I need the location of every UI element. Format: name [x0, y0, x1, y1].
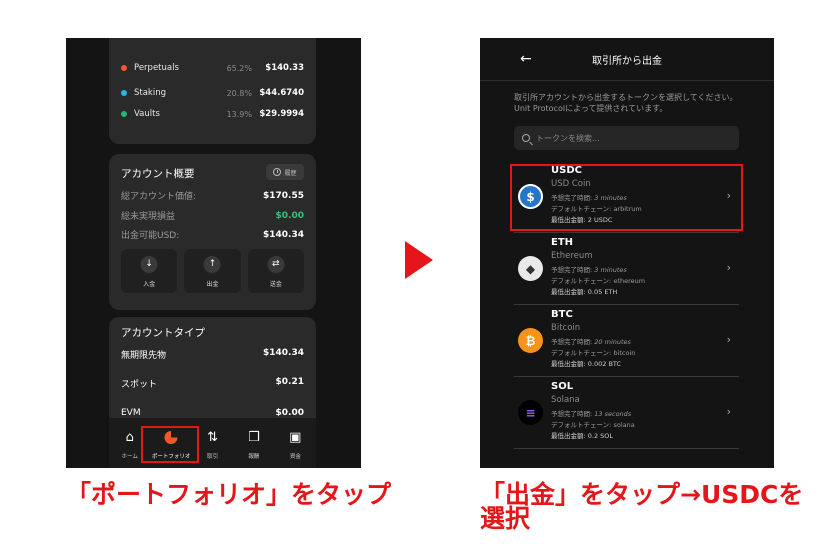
chevron-right-icon: › — [726, 405, 731, 418]
allocation-amount: $44.6740 — [259, 88, 304, 98]
withdraw-description: 取引所アカウントから出金するトークンを選択してください。Unit Protoco… — [514, 93, 738, 113]
account-type-value: $0.21 — [275, 377, 304, 387]
withdraw-label: 出金 — [206, 281, 219, 288]
summary-row: 総未実現損益 $0.00 — [121, 209, 304, 223]
step-caption-right: 「出金」をタップ→USDCを選択 — [480, 480, 804, 533]
token-row-btc[interactable]: ₿ BTC Bitcoin 予想完了時間: 20 minutes デフォルトチェ… — [514, 305, 739, 377]
clock-icon — [273, 168, 282, 176]
token-symbol: ETH — [551, 237, 574, 248]
token-name: Ethereum — [551, 251, 593, 261]
arrow-down-icon: ↓ — [140, 256, 158, 273]
portfolio-highlight-box — [141, 426, 199, 463]
allocation-row: Staking 20.8% $44.6740 — [121, 86, 304, 100]
deposit-label: 入金 — [143, 281, 156, 288]
token-row-sol[interactable]: ≡ SOL Solana 予想完了時間: 13 seconds デフォルトチェー… — [514, 377, 739, 449]
summary-value: $140.34 — [263, 229, 304, 240]
account-summary-card: アカウント概要 履歴 総アカウント価値: $170.55 総未実現損益 $0.0… — [109, 154, 316, 310]
allocation-row: Perpetuals 65.2% $140.33 — [121, 61, 304, 75]
token-chain: デフォルトチェーン: ethereum — [551, 277, 646, 285]
allocation-name: Staking — [134, 88, 167, 98]
allocation-name: Perpetuals — [134, 63, 179, 73]
token-search[interactable] — [514, 126, 739, 150]
token-chain: デフォルトチェーン: bitcoin — [551, 349, 636, 357]
history-button[interactable]: 履歴 — [266, 164, 304, 180]
token-min: 最低出金額: 0.2 SOL — [551, 432, 614, 440]
account-summary-title: アカウント概要 — [121, 168, 195, 180]
account-type-value: $140.34 — [263, 348, 304, 358]
account-type-row: スポット $0.21 — [121, 377, 304, 390]
token-min: 最低出金額: 0.05 ETH — [551, 288, 618, 296]
chevron-right-icon: › — [726, 261, 731, 274]
deposit-button[interactable]: ↓ 入金 — [121, 249, 178, 293]
nav-rewards[interactable]: ❒ 報酬 — [233, 418, 274, 468]
wallet-icon: ▣ — [289, 430, 302, 445]
allocation-amount: $140.33 — [265, 63, 304, 73]
allocation-pct: 20.8% — [226, 88, 252, 98]
allocation-pct: 13.9% — [226, 109, 252, 119]
sol-logo-icon: ≡ — [518, 400, 543, 425]
usdc-highlight-box — [510, 164, 743, 231]
token-search-input[interactable] — [536, 133, 716, 143]
account-type-label: 無期限先物 — [121, 351, 167, 361]
token-symbol: BTC — [551, 309, 573, 320]
withdraw-button[interactable]: ↑ 出金 — [184, 249, 241, 293]
allocation-card: Perpetuals 65.2% $140.33 Staking 20.8% $… — [109, 38, 316, 144]
token-name: Bitcoin — [551, 323, 581, 333]
summary-value: $170.55 — [263, 190, 304, 201]
allocation-name: Vaults — [134, 109, 160, 119]
perpetuals-dot — [121, 65, 127, 71]
token-row-eth[interactable]: ◆ ETH Ethereum 予想完了時間: 3 minutes デフォルトチェ… — [514, 233, 739, 305]
step-caption-left: 「ポートフォリオ」をタップ — [66, 480, 392, 509]
btc-logo-icon: ₿ — [518, 328, 543, 353]
history-label: 履歴 — [284, 169, 297, 177]
home-icon: ⌂ — [125, 430, 134, 445]
allocation-amount: $29.9994 — [259, 109, 304, 119]
token-name: Solana — [551, 395, 580, 405]
token-eta: 予想完了時間: 20 minutes — [551, 338, 631, 346]
account-type-title: アカウントタイプ — [121, 327, 205, 339]
eth-logo-icon: ◆ — [518, 256, 543, 281]
account-type-row: 無期限先物 $140.34 — [121, 348, 304, 361]
nav-funds[interactable]: ▣ 資金 — [275, 418, 316, 468]
arrow-up-icon: ↑ — [203, 256, 221, 273]
token-eta: 予想完了時間: 3 minutes — [551, 266, 627, 274]
summary-row: 総アカウント価値: $170.55 — [121, 189, 304, 203]
token-chain: デフォルトチェーン: solana — [551, 421, 635, 429]
transfer-button[interactable]: ⇄ 送金 — [247, 249, 304, 293]
allocation-row: Vaults 13.9% $29.9994 — [121, 107, 304, 121]
nav-label: 資金 — [289, 454, 301, 460]
staking-dot — [121, 90, 127, 96]
next-step-arrow-icon — [405, 241, 433, 279]
gift-icon: ❒ — [248, 430, 260, 445]
vaults-dot — [121, 111, 127, 117]
summary-label: 総アカウント価値: — [121, 192, 197, 202]
search-icon — [522, 134, 530, 142]
transfer-label: 送金 — [269, 281, 282, 288]
token-min: 最低出金額: 0.002 BTC — [551, 360, 622, 368]
screen-title: 取引所から出金 — [592, 56, 662, 67]
summary-label: 総未実現損益 — [121, 212, 176, 222]
trade-arrows-icon: ⇅ — [207, 430, 218, 445]
screen-header: ← 取引所から出金 — [480, 38, 774, 81]
allocation-pct: 65.2% — [226, 63, 252, 73]
summary-label: 出金可能USD: — [121, 231, 180, 241]
withdraw-screen: ← 取引所から出金 取引所アカウントから出金するトークンを選択してください。Un… — [480, 38, 774, 468]
token-eta: 予想完了時間: 13 seconds — [551, 410, 632, 418]
token-symbol: SOL — [551, 381, 574, 392]
transfer-arrows-icon: ⇄ — [267, 256, 285, 273]
summary-row: 出金可能USD: $140.34 — [121, 228, 304, 242]
chevron-right-icon: › — [726, 333, 731, 346]
account-actions: ↓ 入金 ↑ 出金 ⇄ 送金 — [121, 249, 304, 293]
account-type-label: スポット — [121, 380, 158, 390]
summary-value: $0.00 — [275, 210, 304, 221]
portfolio-screen: Perpetuals 65.2% $140.33 Staking 20.8% $… — [66, 38, 361, 468]
nav-label: 報酬 — [248, 454, 260, 460]
